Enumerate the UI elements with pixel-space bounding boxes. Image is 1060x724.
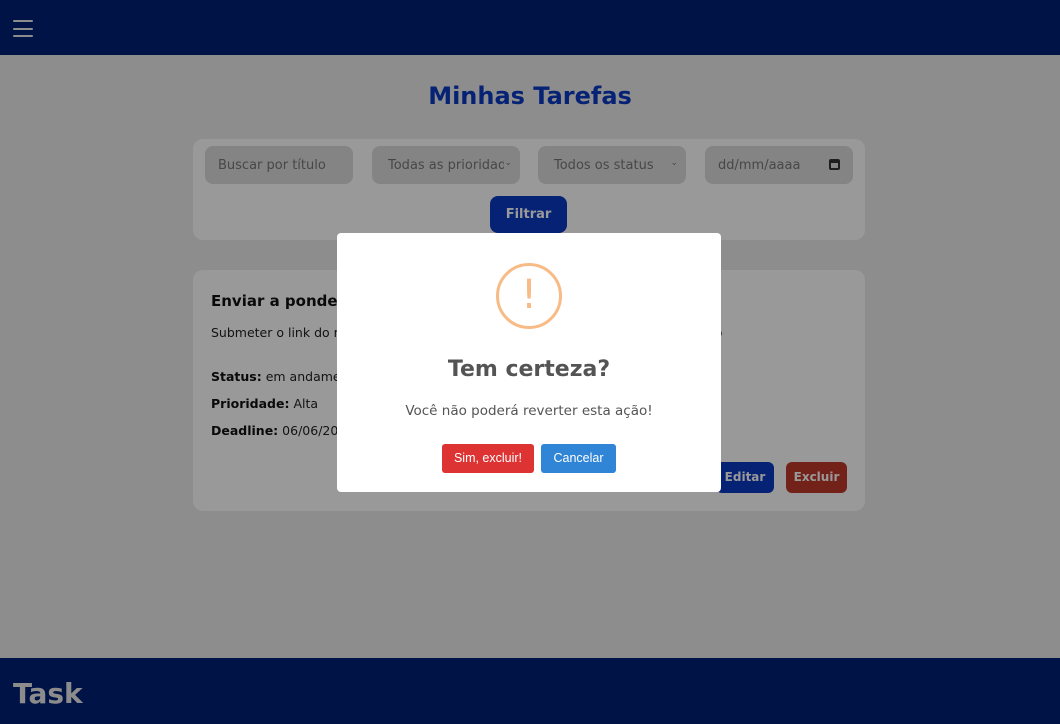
confirm-dialog: ! Tem certeza? Você não poderá reverter … xyxy=(337,233,721,492)
dialog-title: Tem certeza? xyxy=(447,357,611,382)
warning-icon: ! xyxy=(496,263,562,329)
confirm-delete-button[interactable]: Sim, excluir! xyxy=(442,444,534,473)
cancel-button[interactable]: Cancelar xyxy=(541,444,616,473)
dialog-message: Você não poderá reverter esta ação! xyxy=(405,403,653,419)
